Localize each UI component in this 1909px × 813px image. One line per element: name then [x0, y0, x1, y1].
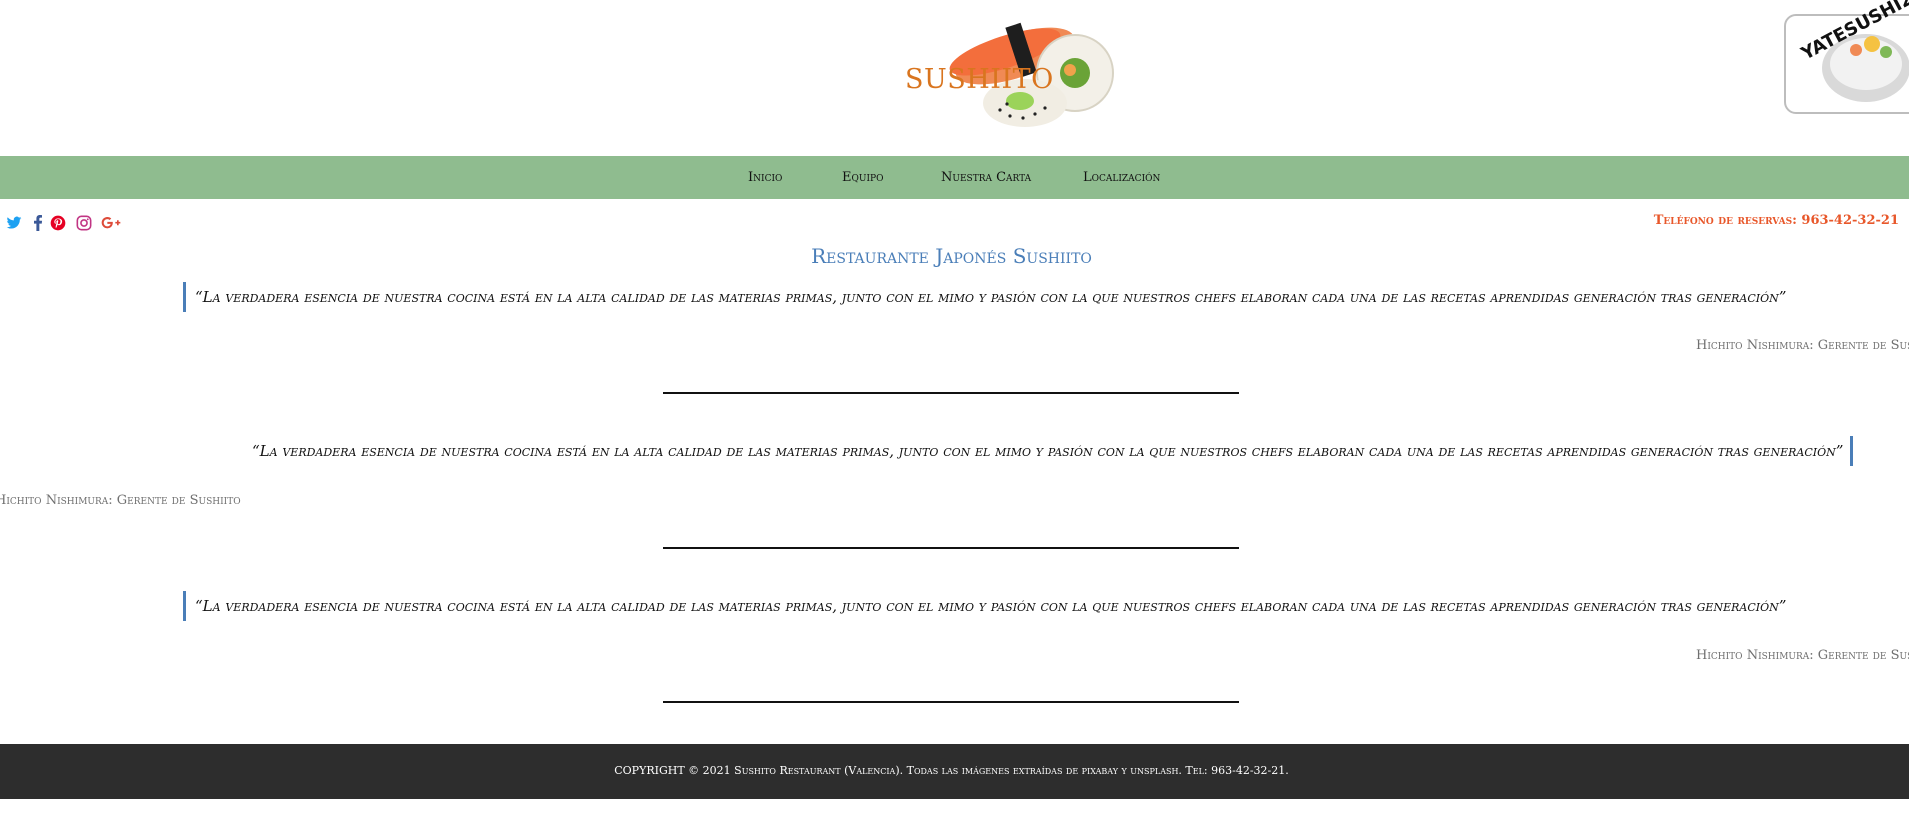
- site-header: SUSHIITO YATESUSHI20: [0, 0, 1909, 156]
- instagram-icon[interactable]: [76, 215, 92, 231]
- testimonial-author: Hichito Nishimura: Gerente de Sushiito: [0, 493, 241, 508]
- google-plus-icon[interactable]: [101, 215, 121, 231]
- main-nav: Inicio Equipo Nuestra Carta Localización: [0, 156, 1909, 199]
- twitter-icon[interactable]: [6, 215, 22, 231]
- nav-item-nuestra-carta[interactable]: Nuestra Carta: [941, 170, 1031, 185]
- copyright-text: COPYRIGHT © 2021 Sushito Restaurant (Val…: [614, 764, 1289, 777]
- sushiito-logo[interactable]: SUSHIITO: [895, 8, 1135, 133]
- logo-text: SUSHIITO: [905, 64, 1054, 95]
- reservation-phone: Teléfono de reservas: 963-42-32-21: [1653, 213, 1899, 228]
- nav-item-equipo[interactable]: Equipo: [842, 170, 883, 185]
- pinterest-icon[interactable]: [50, 215, 66, 231]
- facebook-icon[interactable]: [32, 215, 44, 231]
- section-divider: [663, 701, 1239, 703]
- testimonial-author: Hichito Nishimura: Gerente de Sushiito: [1696, 338, 1909, 353]
- nav-item-localizacion[interactable]: Localización: [1083, 170, 1160, 185]
- nav-item-inicio[interactable]: Inicio: [748, 170, 782, 185]
- section-divider: [663, 547, 1239, 549]
- section-divider: [663, 392, 1239, 394]
- testimonial-author: Hichito Nishimura: Gerente de Sushiito: [1696, 648, 1909, 663]
- site-footer: COPYRIGHT © 2021 Sushito Restaurant (Val…: [0, 744, 1909, 799]
- testimonial-quote: “La verdadera esencia de nuestra cocina …: [252, 436, 1854, 466]
- testimonial-quote: “La verdadera esencia de nuestra cocina …: [183, 282, 1786, 312]
- promo-badge[interactable]: YATESUSHI20: [1784, 0, 1909, 114]
- page-title: Restaurante Japonés Sushiito: [811, 244, 1092, 268]
- testimonial-quote: “La verdadera esencia de nuestra cocina …: [183, 591, 1786, 621]
